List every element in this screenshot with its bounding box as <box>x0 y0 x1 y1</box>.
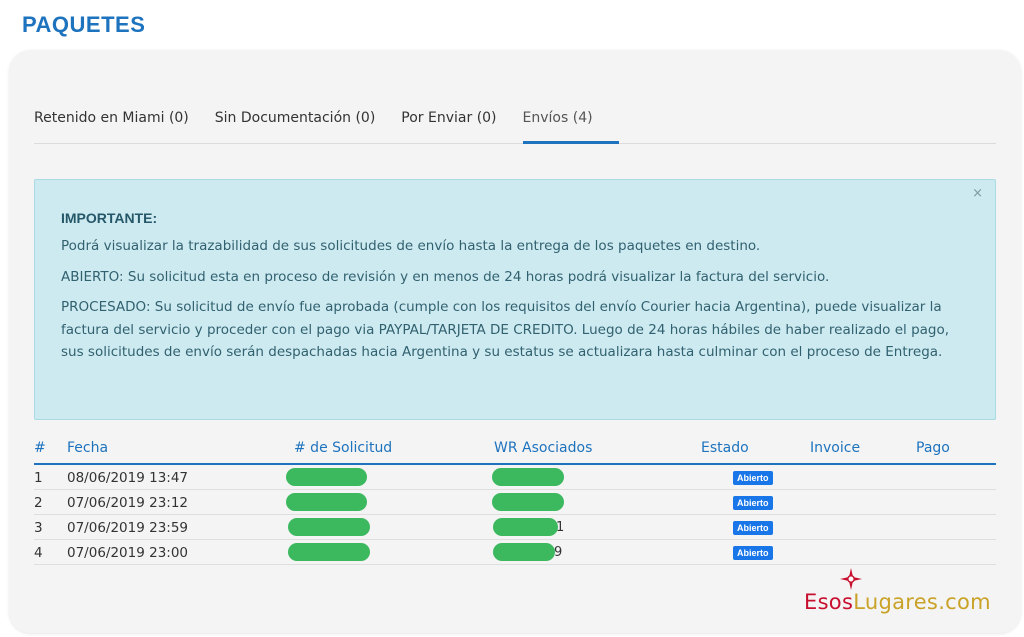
shipments-table: # Fecha # de Solicitud WR Asociados Esta… <box>34 436 996 565</box>
row-fecha: 07/06/2019 23:59 <box>67 520 189 536</box>
watermark-text-com: .com <box>938 590 991 614</box>
alert-heading: IMPORTANTE: <box>61 210 158 226</box>
status-badge: Abierto <box>733 546 773 560</box>
table-row[interactable]: 1 08/06/2019 13:47 Abierto <box>34 465 996 490</box>
status-badge: Abierto <box>733 496 773 510</box>
redacted-wr <box>493 543 555 561</box>
tab-sin-documentacion[interactable]: Sin Documentación (0) <box>215 100 376 143</box>
redacted-wr <box>492 493 564 511</box>
wr-tail: 1 <box>556 520 565 535</box>
status-badge: Abierto <box>733 521 773 535</box>
row-number: 3 <box>34 520 43 536</box>
row-fecha: 07/06/2019 23:12 <box>67 495 189 511</box>
wr-tail: 9 <box>554 545 563 560</box>
tab-por-enviar[interactable]: Por Enviar (0) <box>401 100 496 143</box>
redacted-solicitud <box>286 468 367 486</box>
col-header-fecha[interactable]: Fecha <box>67 440 108 456</box>
row-fecha: 08/06/2019 13:47 <box>67 470 189 486</box>
row-number: 2 <box>34 495 43 511</box>
row-number: 1 <box>34 470 43 486</box>
table-row[interactable]: 4 07/06/2019 23:00 9 Abierto <box>34 540 996 565</box>
col-header-wr[interactable]: WR Asociados <box>494 440 592 456</box>
redacted-solicitud <box>288 518 370 536</box>
alert-text-trazabilidad: Podrá visualizar la trazabilidad de sus … <box>61 238 761 254</box>
redacted-wr <box>492 468 564 486</box>
close-icon[interactable]: × <box>972 186 983 201</box>
tab-bar: Retenido en Miami (0) Sin Documentación … <box>34 100 996 144</box>
watermark-text: EsosLugares.com <box>804 590 991 614</box>
table-row[interactable]: 2 07/06/2019 23:12 Abierto <box>34 490 996 515</box>
status-badge: Abierto <box>733 471 773 485</box>
watermark-text-esos: Esos <box>804 590 854 614</box>
col-header-solicitud[interactable]: # de Solicitud <box>294 440 392 456</box>
redacted-wr <box>493 518 558 536</box>
important-alert: × IMPORTANTE: Podrá visualizar la trazab… <box>34 179 996 420</box>
col-header-estado[interactable]: Estado <box>701 440 749 456</box>
col-header-num: # <box>34 440 46 456</box>
row-number: 4 <box>34 545 43 561</box>
page-title: PAQUETES <box>22 12 146 37</box>
compass-icon <box>840 568 862 590</box>
tab-retenido-miami[interactable]: Retenido en Miami (0) <box>34 100 189 143</box>
table-row[interactable]: 3 07/06/2019 23:59 1 Abierto <box>34 515 996 540</box>
row-fecha: 07/06/2019 23:00 <box>67 545 189 561</box>
col-header-pago[interactable]: Pago <box>916 440 950 456</box>
redacted-solicitud <box>288 543 370 561</box>
redacted-solicitud <box>286 493 367 511</box>
alert-text-procesado: PROCESADO: Su solicitud de envío fue apr… <box>61 299 950 360</box>
tab-envios[interactable]: Envíos (4) <box>522 100 619 144</box>
watermark-text-lugares: Lugares <box>853 590 939 614</box>
col-header-invoice[interactable]: Invoice <box>810 440 860 456</box>
table-header: # Fecha # de Solicitud WR Asociados Esta… <box>34 436 996 465</box>
alert-text-abierto: ABIERTO: Su solicitud esta en proceso de… <box>61 268 830 285</box>
watermark-logo: EsosLugares.com <box>804 568 991 618</box>
